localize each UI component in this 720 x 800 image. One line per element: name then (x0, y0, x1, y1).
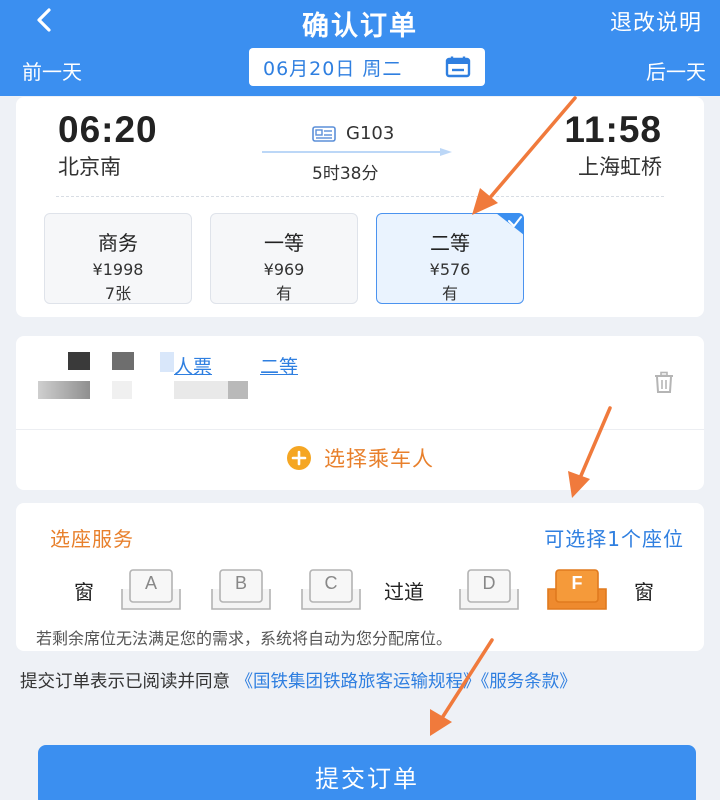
seat-F-button[interactable]: F (544, 569, 610, 613)
arrival-station: 上海虹桥 (578, 155, 662, 179)
seat-allocation-note: 若剩余席位无法满足您的需求，系统将自动为您分配席位。 (36, 629, 453, 648)
seat-class-availability: 有 (441, 284, 458, 303)
seat-class-price: ¥576 (429, 260, 471, 279)
seat-class-price: ¥969 (263, 260, 305, 279)
window-label-right: 窗 (634, 580, 654, 604)
arrival-time: 11:58 (564, 109, 662, 150)
trash-icon[interactable] (652, 370, 676, 394)
seat-limit-text: 可选择1个座位 (544, 527, 684, 551)
ticket-icon (312, 125, 336, 142)
redacted-name-block (160, 352, 174, 372)
seat-class-availability: 7张 (104, 284, 132, 303)
redacted-name-block (68, 352, 90, 370)
plus-circle-icon (287, 446, 311, 470)
trip-duration: 5时38分 (312, 164, 379, 184)
train-info-card: 06:20 北京南 G103 5时38分 11:58 上海虹桥 商务 ¥1998… (16, 97, 704, 317)
redacted-id-block (228, 381, 248, 399)
selected-date: 06月20日 周二 (263, 57, 403, 80)
refund-change-info-link[interactable]: 退改说明 (610, 5, 702, 37)
seat-class-price: ¥1998 (92, 260, 144, 279)
aisle-label: 过道 (384, 580, 424, 604)
date-selector[interactable]: 06月20日 周二 (249, 48, 485, 86)
terms-link[interactable]: 《服务条款》 (481, 672, 577, 692)
seat-type-link[interactable]: 二等 (260, 352, 298, 379)
seat-class-availability: 有 (275, 284, 292, 303)
train-number: G103 (346, 123, 395, 144)
seat-letter: C (324, 573, 338, 593)
seat-class-name: 一等 (264, 231, 304, 255)
next-day-button[interactable]: 后一天 (646, 56, 706, 85)
ticket-type-link[interactable]: 人票 (174, 352, 212, 379)
rules-link[interactable]: 《国铁集团铁路旅客运输规程》 (236, 672, 481, 692)
seat-class-first[interactable]: 一等 ¥969 有 (210, 213, 358, 304)
seat-class-name: 商务 (98, 231, 138, 255)
submit-order-button[interactable]: 提交订单 (38, 745, 696, 800)
departure-time: 06:20 (58, 109, 158, 150)
seat-letter: D (482, 573, 496, 593)
choose-passenger-label: 选择乘车人 (324, 447, 434, 471)
redacted-id-block (174, 381, 228, 399)
seat-class-second[interactable]: 二等 ¥576 有 (376, 213, 524, 304)
seat-C-button[interactable]: C (298, 569, 364, 613)
seat-service-card: 选座服务 可选择1个座位 窗 A B C 过道 D F 窗 若剩余席位无法满足您… (16, 503, 704, 651)
selected-check-icon (496, 213, 524, 235)
seat-D-button[interactable]: D (456, 569, 522, 613)
app-header: 确认订单 退改说明 前一天 06月20日 周二 后一天 (0, 0, 720, 96)
agreement-prefix: 提交订单表示已阅读并同意 (20, 672, 236, 692)
seat-letter: A (144, 573, 157, 593)
choose-passenger-button[interactable]: 选择乘车人 (16, 443, 704, 473)
seat-letter: F (571, 573, 583, 593)
calendar-icon (445, 56, 471, 78)
divider (16, 429, 704, 430)
seat-B-button[interactable]: B (208, 569, 274, 613)
redacted-id-block (38, 381, 90, 399)
agreement-text: 提交订单表示已阅读并同意 《国铁集团铁路旅客运输规程》《服务条款》 (20, 667, 710, 697)
redacted-name-block (112, 352, 134, 370)
train-number-group[interactable]: G103 (312, 123, 394, 144)
seat-letter: B (234, 573, 247, 593)
redacted-id-block (112, 381, 132, 399)
passenger-card: 人票 二等 选择乘车人 (16, 336, 704, 490)
dashed-divider (56, 196, 664, 197)
seat-service-title: 选座服务 (50, 527, 134, 551)
seat-class-business[interactable]: 商务 ¥1998 7张 (44, 213, 192, 304)
route-arrow-icon (262, 148, 452, 156)
prev-day-button[interactable]: 前一天 (22, 56, 82, 85)
window-label-left: 窗 (74, 580, 94, 604)
seat-A-button[interactable]: A (118, 569, 184, 613)
departure-station: 北京南 (58, 155, 121, 179)
